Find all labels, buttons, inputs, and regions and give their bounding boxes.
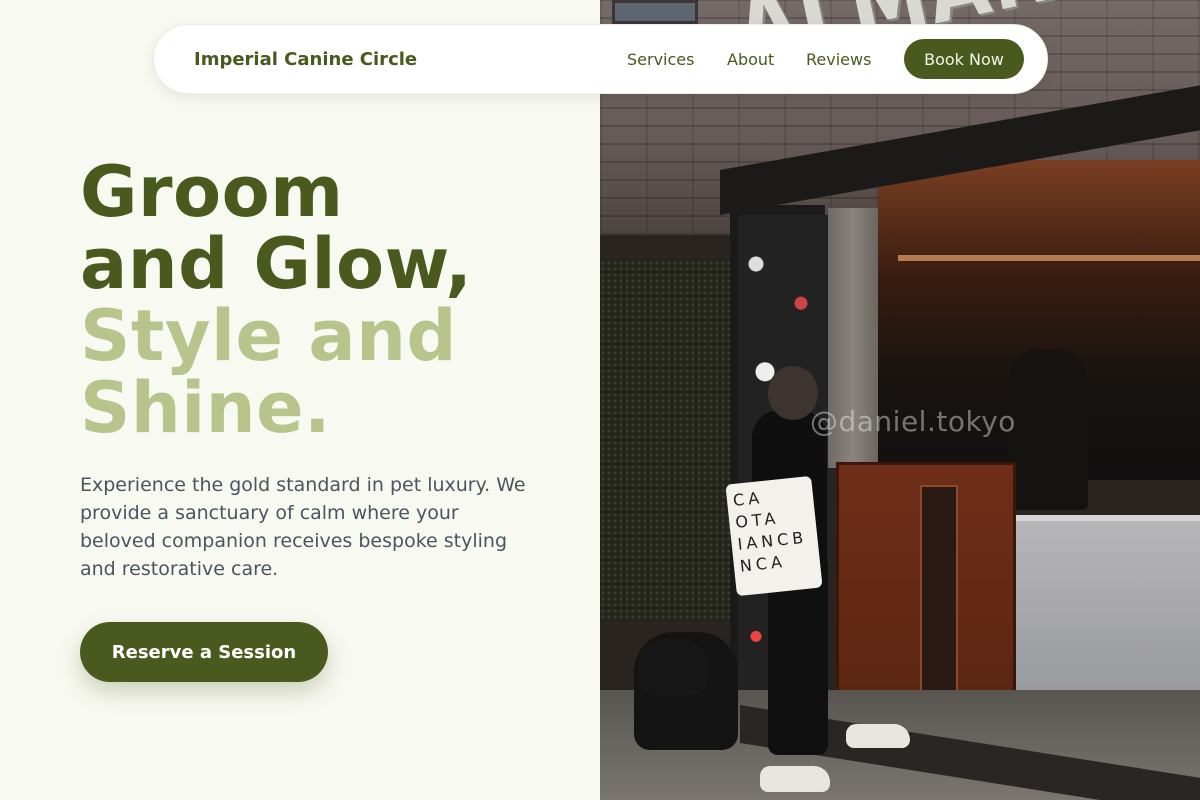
hero-title-line-4: Shine. — [80, 367, 332, 449]
photo-barista — [1008, 350, 1088, 510]
top-navigation: Imperial Canine Circle Services About Re… — [153, 24, 1048, 94]
hero-title-line-3: Style and — [80, 295, 458, 377]
nav-link-about[interactable]: About — [727, 50, 774, 69]
photo-cabinet-glass — [920, 485, 958, 715]
reserve-session-button[interactable]: Reserve a Session — [80, 622, 328, 682]
photo-shoe-left — [760, 766, 830, 792]
hero-description: Experience the gold standard in pet luxu… — [80, 474, 526, 580]
hero-photo: ALMANEGRA CA OTA IANCB NCA @daniel.tokyo — [600, 0, 1200, 800]
photo-window — [612, 0, 698, 24]
photo-shoe-right — [846, 724, 910, 748]
nav-link-services[interactable]: Services — [627, 50, 694, 69]
hero-title-line-1: Groom — [80, 151, 344, 233]
book-now-button[interactable]: Book Now — [904, 39, 1024, 79]
photo-tote-bag: CA OTA IANCB NCA — [725, 475, 823, 597]
photo-watermark: @daniel.tokyo — [810, 405, 1016, 438]
brand-name[interactable]: Imperial Canine Circle — [194, 49, 417, 70]
hero-title: Groom and Glow, Style and Shine. — [80, 156, 472, 444]
hero-title-line-2: and Glow, — [80, 223, 473, 305]
photo-dog-head — [638, 638, 708, 696]
photo-hedge — [600, 260, 735, 620]
nav-link-reviews[interactable]: Reviews — [806, 50, 871, 69]
photo-shelf-light — [898, 255, 1200, 261]
